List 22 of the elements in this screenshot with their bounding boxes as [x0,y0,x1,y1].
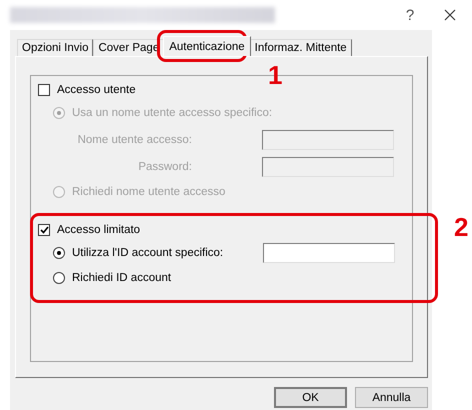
close-icon[interactable] [444,9,456,21]
tab[interactable]: Informaz. Mittente [250,39,352,56]
checkbox-label: Accesso limitato [57,224,140,236]
step-number: 1 [268,60,282,90]
radio-label: Richiedi ID account [72,272,172,284]
tab[interactable]: Opzioni Invio [17,39,94,56]
ok-button[interactable]: OK [274,387,347,408]
radio-button[interactable] [53,247,65,259]
field-label: Nome utente accesso: [76,134,192,146]
field-label: Password: [137,161,192,173]
checkbox-label: Accesso utente [57,84,136,96]
radio-label: Richiedi nome utente accesso [72,186,226,198]
radio-button[interactable] [53,272,65,284]
step-number: 2 [454,212,468,242]
checkbox[interactable] [38,84,50,96]
radio-label: Usa un nome utente accesso specifico: [72,107,272,119]
account-id-field[interactable] [263,243,395,263]
checkbox[interactable] [38,224,50,236]
help-button[interactable]: ? [400,6,420,24]
radio-label: Utilizza l'ID account specifico: [72,247,224,259]
cancel-button[interactable]: Annulla [355,387,428,408]
tab[interactable]: Autenticazione [163,36,251,56]
